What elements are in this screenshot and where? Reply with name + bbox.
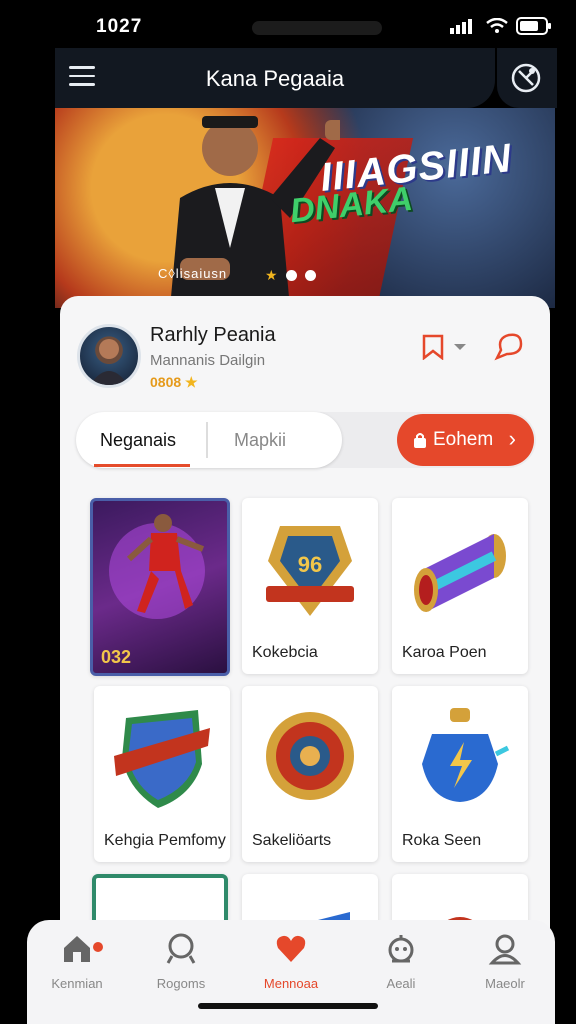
player-card[interactable]: 032 xyxy=(90,498,230,676)
nav-search[interactable]: Rogoms xyxy=(141,932,221,991)
app-bar: Kana Pegaaia xyxy=(55,48,495,108)
wifi-icon xyxy=(486,18,508,33)
carousel-indicator: ★ xyxy=(265,268,316,282)
item-card[interactable]: 96 Kokebcia xyxy=(242,498,378,674)
camera-notch xyxy=(252,21,382,35)
bookmark-dropdown-icon[interactable] xyxy=(420,332,468,360)
item-card[interactable]: Kehgia Pemfomy xyxy=(94,686,230,862)
notification-badge xyxy=(93,942,103,952)
coin-value: 0808 xyxy=(150,374,182,390)
status-bar: 1027 xyxy=(60,0,560,52)
lock-icon xyxy=(414,433,426,448)
nav-home[interactable]: Kenmian xyxy=(37,932,117,991)
hero-banner[interactable]: IIIAGSIIIN DNAKA C◊lisaiusn ★ xyxy=(55,108,555,308)
profile-icon xyxy=(488,934,522,965)
card-label: Kehgia Pemfomy xyxy=(104,832,226,849)
tab-mapkii[interactable]: Mapkii xyxy=(234,430,286,451)
home-indicator[interactable] xyxy=(198,1003,378,1009)
robot-icon xyxy=(388,935,414,963)
chat-icon[interactable] xyxy=(493,330,525,362)
chevron-right-icon: › xyxy=(508,426,516,451)
svg-text:96: 96 xyxy=(298,552,322,577)
cta-button[interactable]: Eohem › xyxy=(397,414,534,466)
nav-label: Maeolr xyxy=(485,976,525,991)
tab-group: Neganais Mapkii xyxy=(76,412,342,468)
card-label: Karoa Poen xyxy=(402,644,487,661)
active-tab-indicator xyxy=(94,464,190,467)
status-icons xyxy=(450,17,552,35)
player-card-illustration xyxy=(109,514,205,619)
nav-assistant[interactable]: Aeali xyxy=(361,932,441,991)
carousel-dot[interactable] xyxy=(304,270,316,281)
tab-neganais[interactable]: Neganais xyxy=(100,430,176,451)
profile-subtitle: Mannanis Dailgin xyxy=(150,352,266,369)
star-icon: ★ xyxy=(185,374,198,390)
nav-favorites[interactable]: Mennoaa xyxy=(251,932,331,991)
content-sheet: Rarhly Peania Mannanis Dailgin 0808 ★ Ne… xyxy=(60,296,550,936)
carousel-dot[interactable] xyxy=(285,270,297,281)
home-icon xyxy=(64,936,90,962)
avatar-image xyxy=(90,339,128,385)
hero-caption: C◊lisaiusn xyxy=(158,266,228,281)
nav-label: Rogoms xyxy=(156,976,206,991)
phone-screen: 1027 Kana Pegaaia IIIAGSIIIN DNAKA C◊lis… xyxy=(0,0,576,1024)
card-number: 032 xyxy=(101,647,132,667)
tab-bar: Neganais Mapkii Eohem › xyxy=(76,412,536,468)
avatar[interactable] xyxy=(77,324,141,388)
nav-label: Mennoaa xyxy=(263,976,319,991)
coin-balance: 0808 ★ xyxy=(150,374,198,391)
item-card[interactable]: Roka Seen xyxy=(392,686,528,862)
cta-label: Eohem xyxy=(433,429,494,450)
tab-divider xyxy=(206,422,208,458)
card-label: Kokebcia xyxy=(252,644,318,661)
status-time: 1027 xyxy=(96,16,143,37)
item-card[interactable]: Sakeliöarts xyxy=(242,686,378,862)
nav-label: Kenmian xyxy=(51,976,103,991)
crest-shield-icon xyxy=(114,710,210,808)
heart-icon xyxy=(276,935,306,962)
item-card[interactable]: Karoa Poen xyxy=(392,498,528,674)
battery-icon xyxy=(516,17,551,35)
scroll-canister-icon xyxy=(414,534,506,612)
carousel-dot-active[interactable]: ★ xyxy=(265,268,278,282)
profile-name: Rarhly Peania xyxy=(150,324,276,346)
signal-icon xyxy=(450,19,472,34)
search-icon xyxy=(166,933,196,964)
ball-icon[interactable] xyxy=(510,62,542,94)
app-title: Kana Pegaaia xyxy=(205,66,345,91)
card-label: Sakeliöarts xyxy=(252,832,332,849)
medallion-icon xyxy=(266,712,354,800)
shield-badge-icon: 96 xyxy=(266,526,354,616)
card-label: Roka Seen xyxy=(402,832,482,849)
nav-label: Aeali xyxy=(386,976,416,991)
potion-bottle-icon xyxy=(422,708,510,802)
nav-profile[interactable]: Maeolr xyxy=(465,932,545,991)
app-bar-action xyxy=(497,48,557,108)
